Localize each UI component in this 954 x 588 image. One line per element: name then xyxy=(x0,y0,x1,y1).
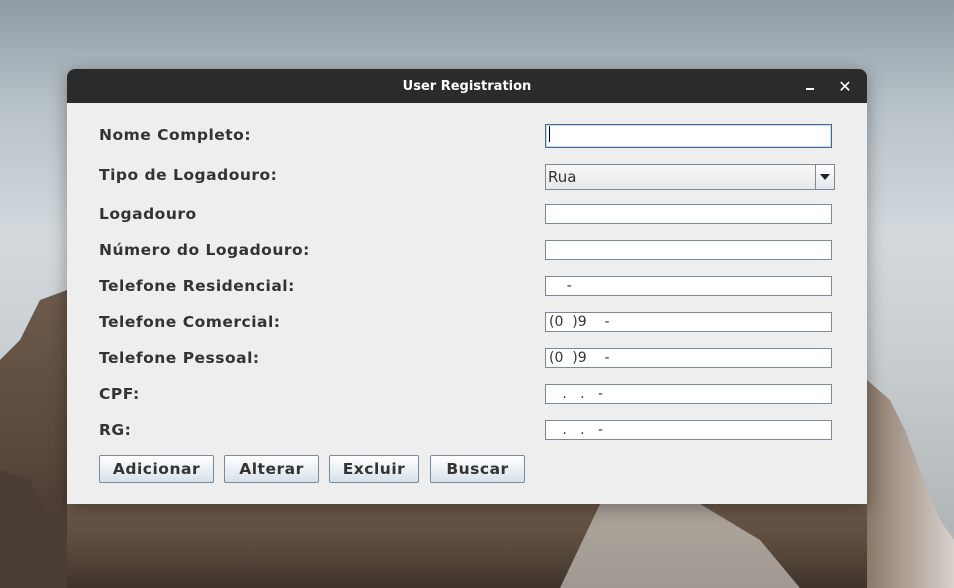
cpf-field[interactable]: . . - xyxy=(545,384,832,404)
logadouro-label: Logadouro xyxy=(99,205,197,223)
numero-logadouro-label: Número do Logadouro: xyxy=(99,241,310,259)
tipo-logadouro-selected: Rua xyxy=(548,168,577,186)
user-registration-window: User Registration ✕ Nome Completo: Tipo … xyxy=(67,69,867,504)
nome-completo-field[interactable] xyxy=(545,124,832,148)
chevron-down-icon xyxy=(820,174,830,180)
telefone-residencial-field[interactable]: - xyxy=(545,276,832,296)
rg-label: RG: xyxy=(99,421,132,439)
tipo-logadouro-label: Tipo de Logadouro: xyxy=(99,166,278,184)
window-title: User Registration xyxy=(402,78,532,94)
close-icon: ✕ xyxy=(838,76,852,96)
nome-completo-label: Nome Completo: xyxy=(99,126,252,144)
excluir-button[interactable]: Excluir xyxy=(329,455,419,483)
text-caret xyxy=(549,126,550,142)
adicionar-button[interactable]: Adicionar xyxy=(99,455,214,483)
telefone-comercial-label: Telefone Comercial: xyxy=(99,313,281,331)
telefone-comercial-field[interactable]: (0 )9 - xyxy=(545,312,832,332)
telefone-pessoal-label: Telefone Pessoal: xyxy=(99,349,260,367)
buscar-button[interactable]: Buscar xyxy=(430,455,525,483)
numero-logadouro-field[interactable] xyxy=(545,240,832,260)
telefone-residencial-label: Telefone Residencial: xyxy=(99,277,295,295)
cpf-label: CPF: xyxy=(99,385,140,403)
dropdown-button[interactable] xyxy=(815,165,834,189)
title-bar[interactable]: User Registration ✕ xyxy=(67,69,867,103)
tipo-logadouro-select[interactable]: Rua xyxy=(545,164,835,190)
close-button[interactable]: ✕ xyxy=(835,76,855,96)
rg-field[interactable]: . . - xyxy=(545,420,832,440)
logadouro-field[interactable] xyxy=(545,204,832,224)
minimize-icon xyxy=(806,88,814,90)
alterar-button[interactable]: Alterar xyxy=(224,455,319,483)
minimize-button[interactable] xyxy=(800,76,820,96)
telefone-pessoal-field[interactable]: (0 )9 - xyxy=(545,348,832,368)
